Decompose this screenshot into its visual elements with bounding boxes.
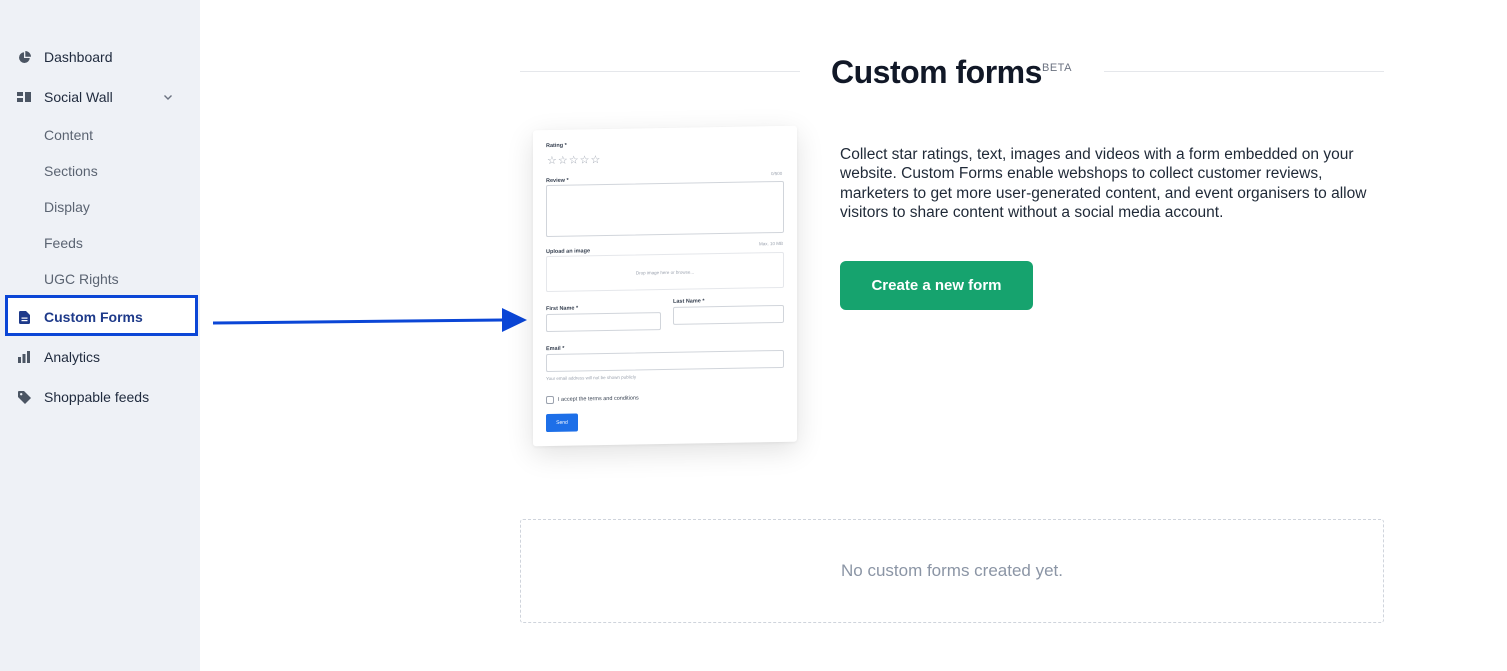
preview-upload-label: Upload an image [546,248,591,256]
sidebar-subitem-ugc-rights[interactable]: UGC Rights [44,271,119,287]
preview-rating-label: Rating * [546,142,567,150]
preview-upload-hint: Drop image here or browse... [635,268,695,276]
title-divider-right [1104,71,1384,72]
sidebar-item-label: Dashboard [44,49,113,65]
title-divider-left [520,71,800,72]
pie-chart-icon [17,50,31,64]
form-preview-image: Rating * ☆☆☆☆☆ Review * 0/500 Upload an … [533,125,797,447]
sidebar-item-shoppable-feeds[interactable]: Shoppable feeds [0,379,200,415]
preview-email-note: Your email address will not be shown pub… [546,374,637,382]
sidebar-subitem-sections[interactable]: Sections [44,163,98,179]
preview-review-textarea [546,180,784,238]
sidebar-item-analytics[interactable]: Analytics [0,339,200,375]
preview-last-name-label: Last Name * [673,298,705,305]
preview-first-name-field [546,312,661,333]
preview-upload-dropzone: Drop image here or browse... [546,251,784,293]
create-new-form-button[interactable]: Create a new form [840,261,1033,310]
preview-upload-limit: Max. 10 MB [759,240,784,247]
preview-review-counter: 0/500 [771,170,783,177]
sidebar-item-label: Social Wall [44,89,113,105]
sidebar-item-dashboard[interactable]: Dashboard [0,39,200,75]
preview-email-field [546,349,784,373]
empty-state-box: No custom forms created yet. [520,519,1384,623]
sidebar: Dashboard Social Wall Content Sections D… [0,0,200,671]
preview-terms-checkbox [546,395,554,405]
page-title: Custom forms [831,54,1042,90]
preview-star-rating-icon: ☆☆☆☆☆ [547,154,602,168]
bar-chart-icon [17,350,31,364]
annotation-arrow-icon [212,308,527,332]
document-icon [17,310,31,324]
sidebar-item-custom-forms[interactable]: Custom Forms [0,299,200,335]
description-text: Collect star ratings, text, images and v… [840,146,1367,221]
preview-last-name-field [673,304,784,325]
beta-badge: BETA [1042,62,1072,74]
preview-first-name-label: First Name * [546,305,579,313]
sidebar-subitem-display[interactable]: Display [44,199,90,215]
chevron-down-icon[interactable] [161,90,175,104]
tag-icon [17,390,31,404]
sidebar-subitem-feeds[interactable]: Feeds [44,235,83,251]
empty-state-text: No custom forms created yet. [840,561,1064,580]
preview-review-label: Review * [546,177,569,185]
sidebar-item-social-wall[interactable]: Social Wall [0,79,200,115]
sidebar-item-label: Shoppable feeds [44,389,150,405]
layout-icon [17,90,31,104]
sidebar-item-label: Analytics [44,349,101,365]
sidebar-subitem-content[interactable]: Content [44,127,93,143]
preview-terms-label: I accept the terms and conditions [558,395,639,403]
preview-email-label: Email * [546,345,565,353]
sidebar-item-label: Custom Forms [44,309,143,325]
preview-send-button: Send [546,413,578,433]
